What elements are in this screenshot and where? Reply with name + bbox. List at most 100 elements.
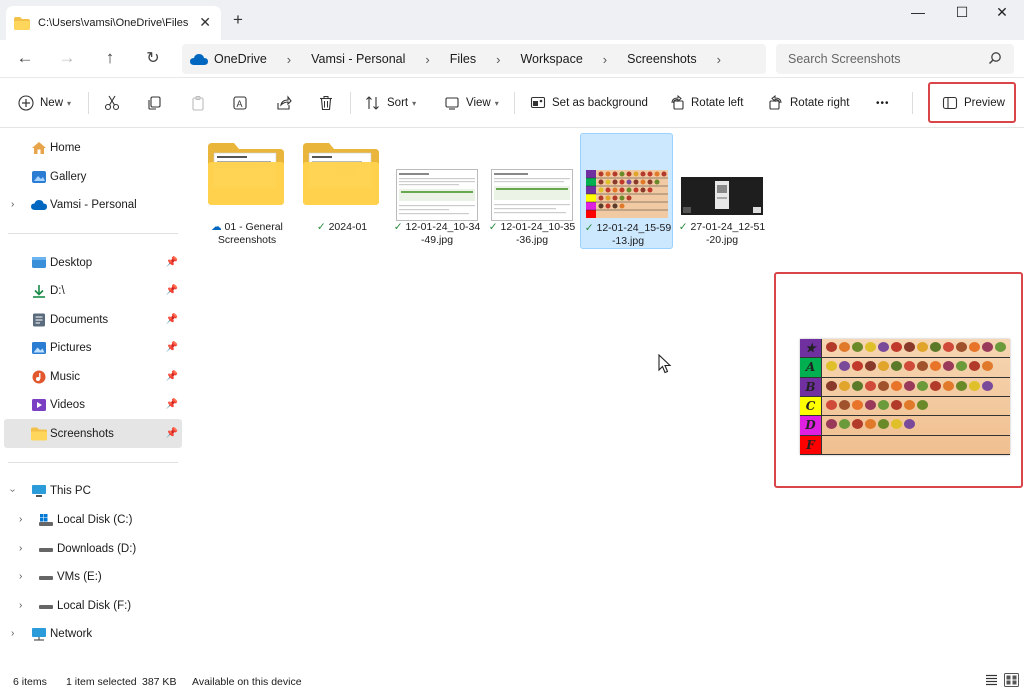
pin-icon[interactable]: 📌 — [166, 371, 178, 382]
paste-button[interactable] — [190, 93, 212, 113]
search-input[interactable]: Search Screenshots — [776, 44, 1014, 74]
set-as-background-button[interactable]: Set as background — [530, 93, 648, 113]
delete-button[interactable] — [318, 93, 340, 113]
rotate-right-button[interactable]: Rotate right — [768, 93, 849, 113]
share-button[interactable] — [276, 93, 298, 113]
large-icons-view-icon[interactable] — [1004, 673, 1019, 687]
food-item-icon — [865, 361, 876, 372]
file-item-selected[interactable]: ✓ 12-01-24_15-59 -13.jpg — [580, 133, 673, 249]
file-name: ☁ 01 - General Screenshots — [202, 221, 292, 247]
chevron-right-icon[interactable]: › — [19, 571, 22, 582]
sidebar-item-vms-e[interactable]: › VMs (E:) — [4, 562, 182, 591]
new-tab-button[interactable]: + — [233, 10, 243, 30]
tab-title: C:\Users\vamsi\OneDrive\Files — [38, 17, 188, 29]
chevron-right-icon[interactable]: › — [717, 52, 721, 67]
sidebar-item-gallery[interactable]: Gallery — [4, 162, 182, 191]
chevron-right-icon[interactable]: › — [603, 52, 607, 67]
screenshot-thumbnail — [681, 177, 763, 215]
chevron-right-icon[interactable]: › — [19, 543, 22, 554]
chevron-right-icon[interactable]: › — [11, 199, 14, 210]
download-icon — [33, 284, 45, 298]
cut-button[interactable] — [104, 93, 126, 113]
sidebar-item-local-disk-c[interactable]: › Local Disk (C:) — [4, 505, 182, 534]
screenshot-thumbnail — [396, 169, 478, 221]
up-arrow-icon[interactable]: ↑ — [99, 48, 121, 68]
rotate-left-button[interactable]: Rotate left — [669, 93, 743, 113]
sidebar-item-label: Documents — [50, 313, 109, 326]
pin-icon[interactable]: 📌 — [166, 257, 178, 268]
food-item-icon — [878, 380, 889, 391]
sidebar-item-documents[interactable]: Documents 📌 — [4, 305, 182, 334]
close-window-button[interactable]: ✕ — [982, 4, 1022, 26]
sidebar-item-screenshots[interactable]: Screenshots 📌 — [4, 419, 182, 448]
trash-icon — [320, 96, 332, 111]
minimize-button[interactable]: — — [898, 4, 938, 26]
sidebar-item-label: Downloads (D:) — [57, 542, 137, 555]
sidebar-item-videos[interactable]: Videos 📌 — [4, 390, 182, 419]
chevron-right-icon[interactable]: › — [19, 600, 22, 611]
file-item[interactable]: ✓ 12-01-24_10-35 -36.jpg — [485, 133, 578, 249]
maximize-button[interactable]: ☐ — [942, 4, 982, 26]
sidebar-item-desktop[interactable]: Desktop 📌 — [4, 248, 182, 277]
chevron-right-icon[interactable]: › — [19, 514, 22, 525]
tier-label: C — [800, 397, 822, 416]
file-item[interactable]: ☁ 01 - General Screenshots — [200, 133, 293, 249]
breadcrumb-vamsi[interactable]: Vamsi - Personal — [311, 52, 405, 66]
file-item[interactable]: ✓ 2024-01 — [295, 133, 388, 249]
details-view-icon[interactable] — [985, 673, 998, 686]
more-options-button[interactable]: ••• — [876, 93, 890, 113]
close-tab-icon[interactable]: ✕ — [199, 14, 211, 31]
pin-icon[interactable]: 📌 — [166, 314, 178, 325]
divider — [514, 92, 515, 114]
pin-icon[interactable]: 📌 — [166, 428, 178, 439]
preview-pane-button[interactable]: Preview — [942, 93, 1005, 113]
network-icon — [32, 627, 46, 641]
chevron-right-icon[interactable]: › — [11, 628, 14, 639]
pin-icon[interactable]: 📌 — [166, 285, 178, 296]
chevron-right-icon[interactable]: › — [287, 52, 291, 67]
food-item-icon — [904, 419, 915, 430]
back-arrow-icon[interactable]: ← — [14, 48, 36, 68]
preview-label: Preview — [964, 97, 1005, 109]
food-item-icon — [852, 361, 863, 372]
file-item[interactable]: ✓ 12-01-24_10-34 -49.jpg — [390, 133, 483, 249]
pin-icon[interactable]: 📌 — [166, 342, 178, 353]
sort-button[interactable]: Sort ▾ — [365, 93, 416, 113]
sidebar-item-music[interactable]: Music 📌 — [4, 362, 182, 391]
sidebar-item-downloads-d[interactable]: › Downloads (D:) — [4, 534, 182, 563]
selected-count: 1 item selected — [66, 676, 137, 688]
sidebar-item-label: Network — [50, 627, 93, 640]
sidebar-item-network[interactable]: › Network — [4, 619, 182, 648]
food-item-icon — [852, 400, 863, 410]
forward-arrow-icon[interactable]: → — [56, 48, 78, 68]
breadcrumb[interactable]: OneDrive › Vamsi - Personal › Files › Wo… — [182, 44, 766, 74]
breadcrumb-screenshots[interactable]: Screenshots — [627, 52, 696, 66]
tier-list-preview-image: ★ A B C D F — [800, 339, 1010, 455]
breadcrumb-workspace[interactable]: Workspace — [520, 52, 582, 66]
view-button[interactable]: View ▾ — [444, 93, 499, 113]
new-button[interactable]: New ▾ — [18, 93, 71, 113]
tab-current-folder[interactable]: C:\Users\vamsi\OneDrive\Files ✕ — [6, 6, 221, 40]
food-item-icon — [839, 342, 850, 352]
sidebar-item-d-drive[interactable]: D:\ 📌 — [4, 276, 182, 305]
copy-button[interactable] — [146, 93, 168, 113]
chevron-down-icon[interactable]: › — [7, 489, 18, 492]
cloud-icon — [31, 199, 47, 210]
food-item-icon — [904, 361, 915, 372]
sidebar-item-pictures[interactable]: Pictures 📌 — [4, 333, 182, 362]
command-bar: New ▾ A Sort ▾ View ▾ Set as background … — [0, 78, 1024, 128]
tier-row: F — [800, 435, 1010, 455]
sidebar-item-home[interactable]: Home — [4, 133, 182, 162]
chevron-right-icon[interactable]: › — [496, 52, 500, 67]
chevron-right-icon[interactable]: › — [425, 52, 429, 67]
sidebar-item-local-disk-f[interactable]: › Local Disk (F:) — [4, 591, 182, 620]
refresh-icon[interactable]: ↻ — [142, 48, 164, 68]
rename-button[interactable]: A — [232, 93, 254, 113]
file-name-line: 27-01-24_12-51 — [690, 221, 766, 233]
pin-icon[interactable]: 📌 — [166, 399, 178, 410]
sidebar-item-this-pc[interactable]: › This PC — [4, 476, 182, 505]
breadcrumb-files[interactable]: Files — [450, 52, 476, 66]
file-item[interactable]: ✓ 27-01-24_12-51 -20.jpg — [675, 133, 768, 249]
sidebar-item-vamsi-personal[interactable]: › Vamsi - Personal — [4, 190, 182, 219]
breadcrumb-onedrive[interactable]: OneDrive — [214, 52, 267, 66]
